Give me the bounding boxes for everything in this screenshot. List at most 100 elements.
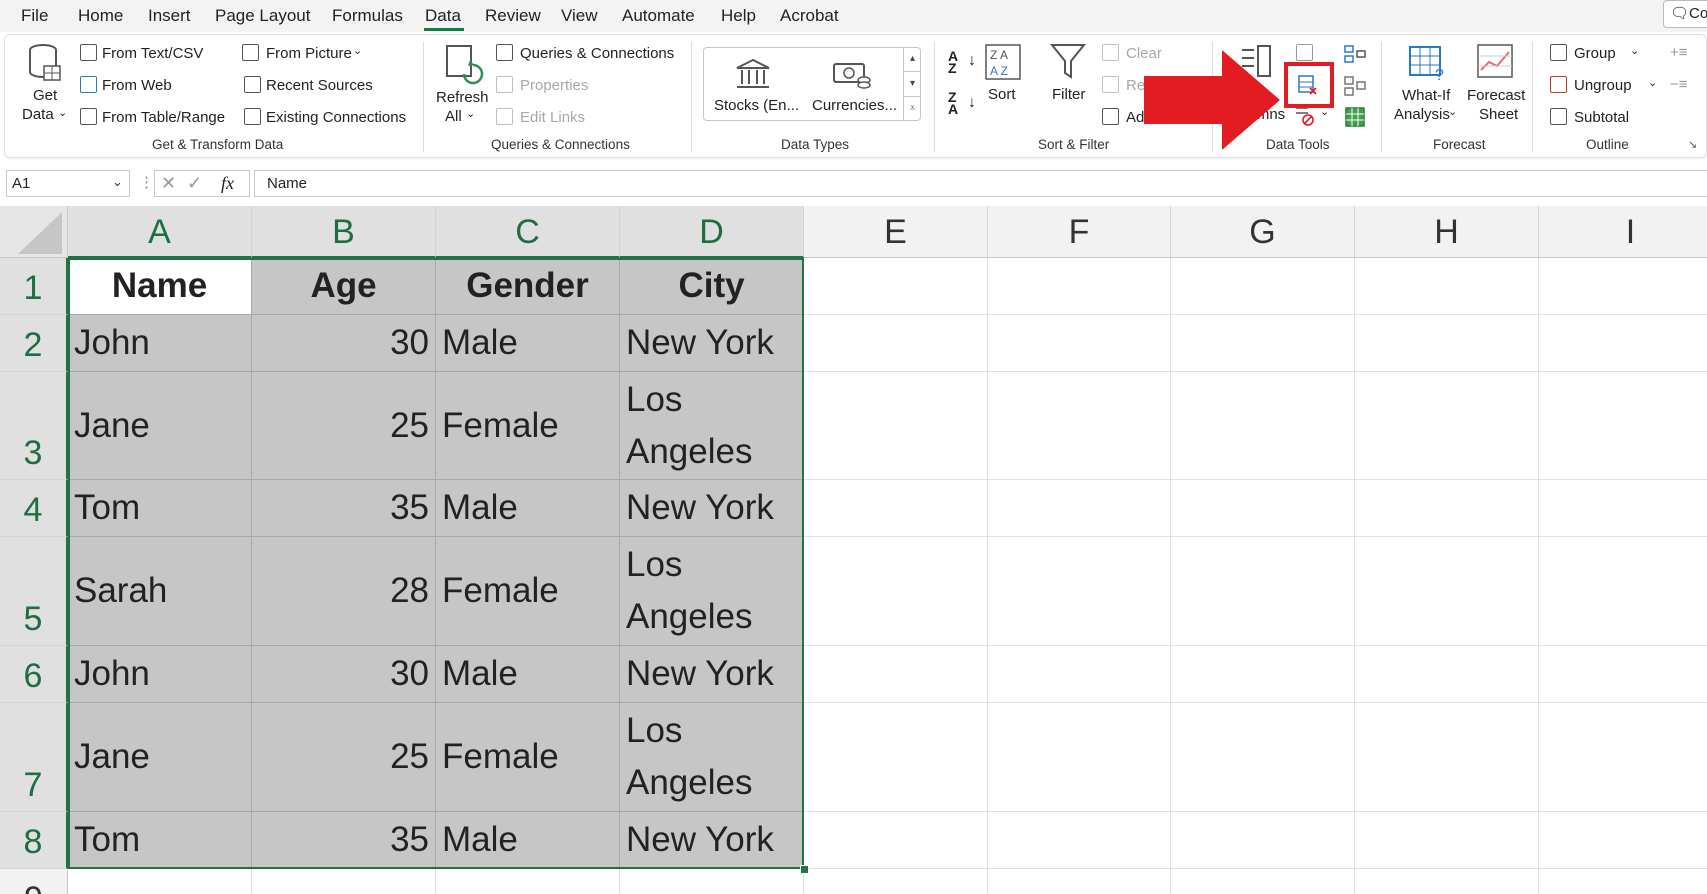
queries-connections-button[interactable]: Queries & Connections xyxy=(520,45,674,62)
cell-empty[interactable] xyxy=(1355,869,1539,894)
cell-c4[interactable]: Male xyxy=(436,480,620,537)
properties-button[interactable]: Properties xyxy=(520,77,588,94)
cell-d6[interactable]: New York xyxy=(620,646,804,703)
cell-empty[interactable] xyxy=(1539,372,1707,480)
from-text-csv-button[interactable]: From Text/CSV xyxy=(102,45,203,62)
cancel-icon[interactable]: ✕ xyxy=(161,173,176,194)
menu-view[interactable]: View xyxy=(561,6,598,26)
relationships-icon[interactable] xyxy=(1344,76,1366,96)
insert-function-button[interactable]: fx xyxy=(221,173,234,194)
cell-empty[interactable] xyxy=(436,869,620,894)
cell-empty[interactable] xyxy=(1355,646,1539,703)
from-table-range-button[interactable]: From Table/Range xyxy=(102,109,225,126)
cell-a2[interactable]: John xyxy=(68,315,252,372)
cell-b3[interactable]: 25 xyxy=(252,372,436,480)
cell-empty[interactable] xyxy=(1171,812,1355,869)
cell-empty[interactable] xyxy=(804,646,988,703)
column-header-e[interactable]: E xyxy=(804,206,988,258)
dialog-launcher-icon[interactable]: ↘ xyxy=(1688,138,1697,151)
menu-formulas[interactable]: Formulas xyxy=(332,6,403,26)
chevron-up-icon[interactable]: ▴ xyxy=(904,47,921,72)
recent-sources-button[interactable]: Recent Sources xyxy=(266,77,373,94)
cell-b1[interactable]: Age xyxy=(252,258,436,315)
refresh-all-button[interactable]: Refresh xyxy=(436,89,489,106)
more-icon[interactable]: ⩡ xyxy=(904,97,921,121)
ungroup-button[interactable]: Ungroup xyxy=(1574,77,1632,94)
cell-c7[interactable]: Female xyxy=(436,703,620,812)
chevron-down-icon[interactable]: ⌄ xyxy=(112,174,123,190)
row-header-1[interactable]: 1 xyxy=(0,258,68,315)
menu-page-layout[interactable]: Page Layout xyxy=(215,6,310,26)
cell-empty[interactable] xyxy=(804,537,988,646)
row-header-7[interactable]: 7 xyxy=(0,703,68,812)
cell-empty[interactable] xyxy=(988,812,1171,869)
cell-c3[interactable]: Female xyxy=(436,372,620,480)
cell-empty[interactable] xyxy=(804,258,988,315)
cell-empty[interactable] xyxy=(620,869,804,894)
sort-button[interactable]: Sort xyxy=(988,86,1016,103)
cell-b7[interactable]: 25 xyxy=(252,703,436,812)
cell-empty[interactable] xyxy=(804,480,988,537)
menu-help[interactable]: Help xyxy=(721,6,756,26)
cell-empty[interactable] xyxy=(1539,703,1707,812)
cell-d1[interactable]: City xyxy=(620,258,804,315)
get-data-button[interactable]: Get xyxy=(33,87,57,104)
cell-d2[interactable]: New York xyxy=(620,315,804,372)
cell-empty[interactable] xyxy=(804,372,988,480)
cell-empty[interactable] xyxy=(1171,646,1355,703)
column-header-c[interactable]: C xyxy=(436,206,620,258)
chevron-down-icon[interactable]: ▾ xyxy=(904,72,921,97)
cell-b6[interactable]: 30 xyxy=(252,646,436,703)
forecast-sheet-button[interactable]: Forecast xyxy=(1467,87,1525,104)
existing-connections-button[interactable]: Existing Connections xyxy=(266,109,406,126)
cell-c5[interactable]: Female xyxy=(436,537,620,646)
cell-empty[interactable] xyxy=(804,869,988,894)
cell-c2[interactable]: Male xyxy=(436,315,620,372)
cell-empty[interactable] xyxy=(1539,869,1707,894)
cell-empty[interactable] xyxy=(988,372,1171,480)
cell-empty[interactable] xyxy=(988,537,1171,646)
forecast-sheet-button-line2[interactable]: Sheet xyxy=(1479,106,1518,123)
cell-b8[interactable]: 35 xyxy=(252,812,436,869)
cell-a6[interactable]: John xyxy=(68,646,252,703)
row-header-4[interactable]: 4 xyxy=(0,480,68,537)
cell-c8[interactable]: Male xyxy=(436,812,620,869)
filter-button[interactable]: Filter xyxy=(1052,86,1085,103)
what-if-analysis-button-line2[interactable]: Analysis xyxy=(1394,106,1450,123)
cell-empty[interactable] xyxy=(252,869,436,894)
cell-b5[interactable]: 28 xyxy=(252,537,436,646)
cell-empty[interactable] xyxy=(1355,315,1539,372)
cell-empty[interactable] xyxy=(1539,315,1707,372)
hide-detail-icon[interactable]: −≡ xyxy=(1670,76,1688,93)
row-header-2[interactable]: 2 xyxy=(0,315,68,372)
menu-review[interactable]: Review xyxy=(485,6,541,26)
formula-input[interactable]: Name xyxy=(254,170,1707,197)
menu-automate[interactable]: Automate xyxy=(622,6,695,26)
cell-a7[interactable]: Jane xyxy=(68,703,252,812)
column-header-a[interactable]: A xyxy=(68,206,252,258)
refresh-all-button-line2[interactable]: All xyxy=(445,108,462,125)
from-web-button[interactable]: From Web xyxy=(102,77,172,94)
cell-empty[interactable] xyxy=(1171,869,1355,894)
cell-empty[interactable] xyxy=(68,869,252,894)
cell-d3[interactable]: Los Angeles xyxy=(620,372,804,480)
subtotal-button[interactable]: Subtotal xyxy=(1574,109,1629,126)
cell-empty[interactable] xyxy=(1355,537,1539,646)
cell-empty[interactable] xyxy=(1355,372,1539,480)
column-header-d[interactable]: D xyxy=(620,206,804,258)
cell-d7[interactable]: Los Angeles xyxy=(620,703,804,812)
stocks-button[interactable]: Stocks (En... xyxy=(714,97,799,114)
select-all-button[interactable] xyxy=(0,206,68,258)
cell-empty[interactable] xyxy=(1539,480,1707,537)
menu-home[interactable]: Home xyxy=(78,6,123,26)
menu-file[interactable]: File xyxy=(21,6,48,26)
cell-empty[interactable] xyxy=(1171,372,1355,480)
cell-empty[interactable] xyxy=(1171,480,1355,537)
show-detail-icon[interactable]: +≡ xyxy=(1670,44,1688,61)
cell-a5[interactable]: Sarah xyxy=(68,537,252,646)
gallery-scroll[interactable]: ▴ ▾ ⩡ xyxy=(903,47,921,121)
cell-d8[interactable]: New York xyxy=(620,812,804,869)
cell-empty[interactable] xyxy=(1539,812,1707,869)
get-data-button-line2[interactable]: Data xyxy=(22,106,54,123)
column-header-g[interactable]: G xyxy=(1171,206,1355,258)
